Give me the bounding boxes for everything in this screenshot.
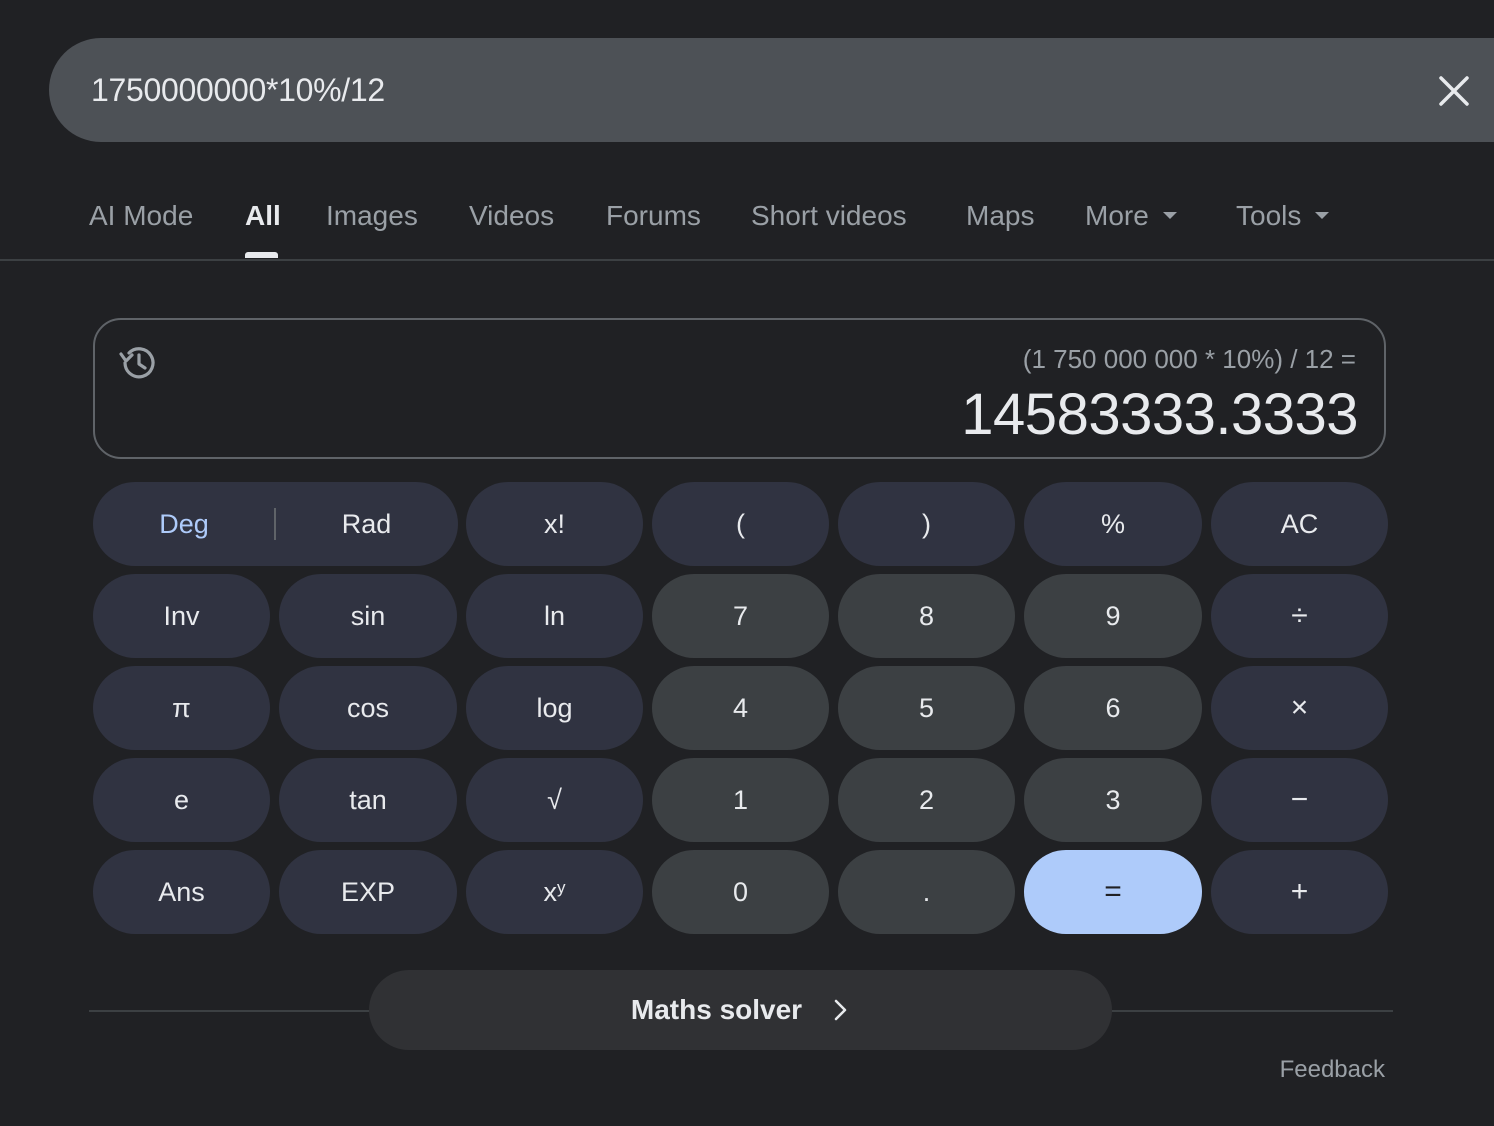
tab-more-label: More (1085, 200, 1149, 231)
ans-button[interactable]: Ans (93, 850, 270, 934)
open-paren-button[interactable]: ( (652, 482, 829, 566)
digit-6-button[interactable]: 6 (1024, 666, 1202, 750)
tab-tools-label: Tools (1236, 200, 1302, 231)
digit-2-button[interactable]: 2 (838, 758, 1015, 842)
feedback-link[interactable]: Feedback (1280, 1054, 1385, 1086)
euler-button[interactable]: e (93, 758, 270, 842)
cos-button[interactable]: cos (279, 666, 457, 750)
sqrt-button[interactable]: √ (466, 758, 643, 842)
digit-1-button[interactable]: 1 (652, 758, 829, 842)
power-base: x (543, 876, 558, 907)
tab-all[interactable]: All (245, 198, 281, 234)
tab-forums[interactable]: Forums (606, 198, 701, 234)
chevron-down-icon (1315, 212, 1330, 220)
divide-button[interactable]: ÷ (1211, 574, 1388, 658)
sin-button[interactable]: sin (279, 574, 457, 658)
chevron-right-icon (834, 999, 847, 1021)
active-tab-indicator (245, 252, 278, 258)
multiply-button[interactable]: × (1211, 666, 1388, 750)
tab-more[interactable]: More (1085, 198, 1177, 234)
history-icon[interactable] (117, 342, 159, 384)
calculator-result: 14583333.3333 (961, 382, 1358, 447)
search-input[interactable]: 1750000000*10%/12 (91, 70, 385, 110)
factorial-button[interactable]: x! (466, 482, 643, 566)
maths-solver-button[interactable]: Maths solver (369, 970, 1112, 1050)
solver-divider-left (89, 1010, 369, 1012)
percent-button[interactable]: % (1024, 482, 1202, 566)
ln-button[interactable]: ln (466, 574, 643, 658)
tab-tools[interactable]: Tools (1236, 198, 1330, 234)
pi-button[interactable]: π (93, 666, 270, 750)
power-exponent: y (557, 878, 566, 897)
calculator-display: (1 750 000 000 * 10%) / 12 = 14583333.33… (93, 318, 1386, 459)
digit-9-button[interactable]: 9 (1024, 574, 1202, 658)
tab-videos[interactable]: Videos (469, 198, 554, 234)
calculator-expression: (1 750 000 000 * 10%) / 12 = (1022, 344, 1356, 374)
inverse-button[interactable]: Inv (93, 574, 270, 658)
chevron-down-icon (1162, 212, 1177, 220)
tab-maps[interactable]: Maps (966, 198, 1034, 234)
search-tabs: AI Mode All Images Videos Forums Short v… (0, 180, 1494, 261)
maths-solver-label: Maths solver (630, 994, 803, 1025)
tan-button[interactable]: tan (279, 758, 457, 842)
digit-3-button[interactable]: 3 (1024, 758, 1202, 842)
all-clear-button[interactable]: AC (1211, 482, 1388, 566)
angle-mode-toggle: Deg Rad (93, 482, 458, 566)
tab-images[interactable]: Images (326, 198, 418, 234)
digit-0-button[interactable]: 0 (652, 850, 829, 934)
digit-5-button[interactable]: 5 (838, 666, 1015, 750)
solver-divider-right (1112, 1010, 1393, 1012)
minus-button[interactable]: − (1211, 758, 1388, 842)
tab-short-videos[interactable]: Short videos (751, 198, 907, 234)
digit-8-button[interactable]: 8 (838, 574, 1015, 658)
log-button[interactable]: log (466, 666, 643, 750)
equals-button[interactable]: = (1024, 850, 1202, 934)
power-button[interactable]: xy (466, 850, 643, 934)
digit-7-button[interactable]: 7 (652, 574, 829, 658)
plus-button[interactable]: + (1211, 850, 1388, 934)
exp-button[interactable]: EXP (279, 850, 457, 934)
decimal-point-button[interactable]: . (838, 850, 1015, 934)
close-icon[interactable] (1437, 74, 1471, 108)
rad-button[interactable]: Rad (275, 482, 458, 566)
search-bar[interactable]: 1750000000*10%/12 (49, 38, 1494, 142)
close-paren-button[interactable]: ) (838, 482, 1015, 566)
tab-ai-mode[interactable]: AI Mode (89, 198, 193, 234)
deg-button[interactable]: Deg (93, 482, 275, 566)
digit-4-button[interactable]: 4 (652, 666, 829, 750)
